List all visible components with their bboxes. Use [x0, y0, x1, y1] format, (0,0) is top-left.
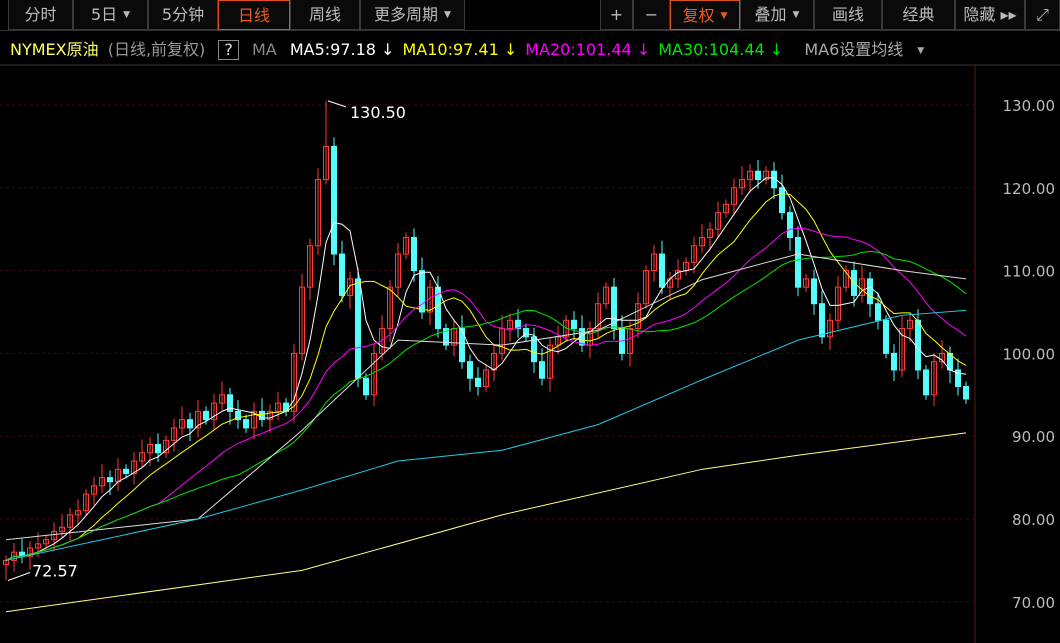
candle-body	[467, 361, 473, 379]
candle-body	[811, 278, 817, 305]
candle-body	[915, 319, 921, 371]
candle-body	[155, 443, 161, 454]
candle-body	[475, 377, 481, 388]
candle-body	[123, 468, 129, 474]
candle-body	[339, 253, 345, 296]
candle-body	[819, 303, 825, 338]
candle-body	[755, 170, 761, 181]
y-tick-label: 100.00	[1003, 345, 1056, 363]
candle-body	[659, 253, 665, 288]
candle-body	[355, 278, 361, 379]
candle-body	[243, 419, 249, 429]
y-tick-label: 70.00	[1012, 594, 1055, 612]
candle-body	[363, 377, 369, 396]
min-price-label: 72.57	[32, 562, 78, 581]
candle-body	[331, 145, 337, 255]
candle-body	[779, 187, 785, 214]
candle-body	[875, 303, 881, 321]
candle-body	[883, 319, 889, 354]
y-tick-label: 130.00	[1003, 97, 1056, 115]
y-tick-label: 80.00	[1012, 511, 1055, 529]
ma-line-MA20	[5, 227, 967, 561]
candle-body	[107, 477, 113, 483]
candle-body	[411, 236, 417, 272]
candle-body	[795, 236, 801, 288]
y-tick-label: 120.00	[1003, 180, 1056, 198]
candle-body	[867, 278, 873, 305]
candle-body	[203, 410, 209, 421]
candle-body	[963, 386, 969, 400]
candlestick-chart[interactable]: 130.00 120.00 110.00 100.00 90.00 80.00 70.00 1…	[0, 0, 1060, 643]
candle-body	[571, 319, 577, 330]
max-price-label: 130.50	[350, 103, 406, 122]
candle-body	[187, 419, 193, 429]
y-tick-label: 90.00	[1012, 428, 1055, 446]
min-arrow	[7, 572, 31, 581]
candle-body	[787, 212, 793, 238]
y-tick-label: 110.00	[1003, 263, 1056, 281]
max-arrow	[327, 100, 347, 108]
candle-body	[923, 369, 929, 396]
candle-body	[891, 352, 897, 371]
candle-body	[539, 361, 545, 379]
ma-line-MA120	[5, 309, 967, 561]
